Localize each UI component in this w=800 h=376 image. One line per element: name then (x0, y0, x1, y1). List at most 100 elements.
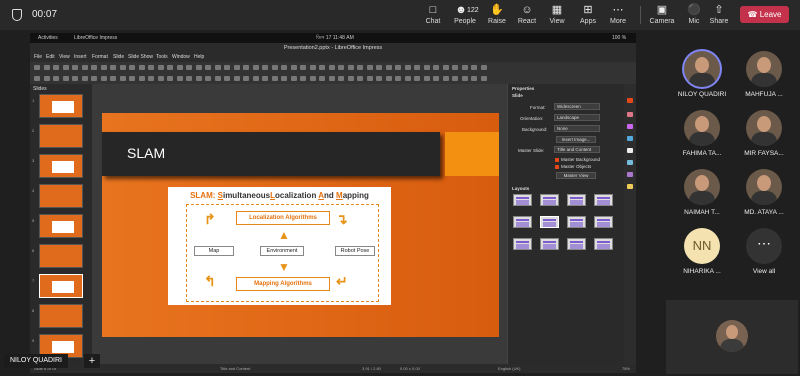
toolbar-tool-icon[interactable] (414, 76, 420, 81)
toolbar-tool-icon[interactable] (385, 65, 392, 70)
toolbar-tool-icon[interactable] (100, 76, 107, 81)
toolbar-tool-icon[interactable] (53, 65, 59, 70)
chat-button[interactable]: □ Chat (416, 3, 450, 29)
toolbar-tool-icon[interactable] (43, 76, 50, 81)
layout-option[interactable] (540, 194, 559, 206)
toolbar-tool-icon[interactable] (404, 65, 411, 70)
toolbar-tool-icon[interactable] (81, 76, 88, 81)
toolbar-tool-icon[interactable] (129, 65, 135, 70)
toolbar-tool-icon[interactable] (53, 76, 59, 81)
self-view[interactable] (666, 300, 798, 374)
toolbar-tool-icon[interactable] (338, 76, 344, 81)
toolbar-tool-icon[interactable] (433, 76, 439, 81)
master-objects-checkbox[interactable] (555, 165, 559, 169)
menu-edit[interactable]: Edit (46, 54, 55, 60)
toolbar-tool-icon[interactable] (357, 76, 363, 81)
toolbar-tool-icon[interactable] (43, 65, 50, 70)
toolbar-tool-icon[interactable] (480, 76, 487, 81)
toolbar-tool-icon[interactable] (319, 76, 325, 81)
slide-thumbnail[interactable] (39, 244, 83, 268)
background-dropdown[interactable]: None (554, 125, 600, 132)
toolbar-tool-icon[interactable] (110, 76, 116, 81)
raise-hand-button[interactable]: ✋ Raise (480, 3, 514, 29)
toolbar-tool-icon[interactable] (471, 76, 477, 81)
styles-icon[interactable] (627, 148, 633, 153)
layout-option[interactable] (513, 216, 532, 228)
toolbar-tool-icon[interactable] (347, 76, 354, 81)
slide-thumbnail[interactable] (39, 274, 83, 298)
toolbar-tool-icon[interactable] (376, 65, 382, 70)
more-button[interactable]: ⋯ More (601, 3, 635, 29)
toolbar-tool-icon[interactable] (34, 76, 40, 81)
add-icon[interactable]: + (84, 354, 100, 368)
toolbar-tool-icon[interactable] (110, 65, 116, 70)
slide-thumbnail[interactable] (39, 304, 83, 328)
toolbar-tool-icon[interactable] (186, 76, 192, 81)
camera-button[interactable]: ▣ Camera (645, 3, 679, 29)
slide-editor[interactable]: SLAM SLAM: SimultaneousLocalization And … (92, 84, 507, 364)
toolbar-tool-icon[interactable] (461, 76, 468, 81)
toolbar-tool-icon[interactable] (167, 76, 173, 81)
slam-diagram[interactable]: SLAM: SimultaneousLocalization And Mappi… (168, 187, 391, 305)
toolbar-tool-icon[interactable] (34, 65, 40, 70)
layout-option[interactable] (594, 238, 613, 250)
master-slides-icon[interactable] (627, 136, 633, 141)
participant-tile[interactable]: NAIMAH T... (672, 169, 732, 216)
insert-image-button[interactable]: Insert Image... (556, 136, 596, 143)
toolbar-tool-icon[interactable] (281, 76, 287, 81)
toolbar-tool-icon[interactable] (271, 65, 278, 70)
slide-thumbnail[interactable] (39, 214, 83, 238)
toolbar-tool-icon[interactable] (119, 76, 126, 81)
participant-tile[interactable]: ⋯ View all (734, 228, 794, 275)
participant-tile[interactable]: MD. ATAYA ... (734, 169, 794, 216)
menu-help[interactable]: Help (194, 54, 204, 60)
share-button[interactable]: ⇧ Share (702, 3, 736, 29)
toolbar-tool-icon[interactable] (72, 65, 78, 70)
toolbar-tool-icon[interactable] (119, 65, 126, 70)
toolbar-tool-icon[interactable] (138, 65, 145, 70)
toolbar-tool-icon[interactable] (347, 65, 354, 70)
view-button[interactable]: ▦ View (540, 3, 574, 29)
toolbar-tool-icon[interactable] (157, 76, 164, 81)
layout-option[interactable] (513, 194, 532, 206)
menu-slide[interactable]: Slide (113, 54, 124, 60)
toolbar-tool-icon[interactable] (214, 76, 221, 81)
orientation-dropdown[interactable]: Landscape (554, 114, 600, 121)
layout-option[interactable] (567, 238, 586, 250)
toolbar-tool-icon[interactable] (471, 65, 477, 70)
toolbar-tool-icon[interactable] (195, 76, 202, 81)
toolbar-tool-icon[interactable] (442, 76, 449, 81)
toolbar-tool-icon[interactable] (366, 76, 373, 81)
toolbar-tool-icon[interactable] (366, 65, 373, 70)
toolbar-tool-icon[interactable] (138, 76, 145, 81)
toolbar-tool-icon[interactable] (176, 65, 183, 70)
toolbar-tool-icon[interactable] (186, 65, 192, 70)
toolbar-tool-icon[interactable] (233, 65, 240, 70)
toolbar-tool-icon[interactable] (442, 65, 449, 70)
animation-icon[interactable] (627, 124, 633, 129)
layout-option[interactable] (567, 194, 586, 206)
layouts-header[interactable]: Layouts (512, 186, 529, 191)
react-button[interactable]: ☺ React (510, 3, 544, 29)
toolbar-tool-icon[interactable] (480, 65, 487, 70)
participant-tile[interactable]: MAHFUJA ... (734, 51, 794, 98)
toolbar-tool-icon[interactable] (404, 76, 411, 81)
toolbar-tool-icon[interactable] (167, 65, 173, 70)
master-slide-dropdown[interactable]: Title and Content (554, 146, 600, 153)
toolbar-tool-icon[interactable] (129, 76, 135, 81)
menu-insert[interactable]: Insert (74, 54, 87, 60)
participant-tile[interactable]: NN NIHARIKA ... (672, 228, 732, 275)
toolbar-tool-icon[interactable] (233, 76, 240, 81)
layout-option[interactable] (513, 238, 532, 250)
toolbar-tool-icon[interactable] (423, 65, 430, 70)
toolbar-tool-icon[interactable] (376, 76, 382, 81)
toolbar-tool-icon[interactable] (205, 65, 211, 70)
toolbar-tool-icon[interactable] (148, 65, 154, 70)
toolbar-tool-icon[interactable] (262, 65, 268, 70)
toolbar-tool-icon[interactable] (176, 76, 183, 81)
zoom-status[interactable]: 78% (622, 366, 630, 371)
toolbar-tool-icon[interactable] (214, 65, 221, 70)
format-dropdown[interactable]: Widescreen (554, 103, 600, 110)
toolbar-tool-icon[interactable] (195, 65, 202, 70)
toolbar-tool-icon[interactable] (414, 65, 420, 70)
